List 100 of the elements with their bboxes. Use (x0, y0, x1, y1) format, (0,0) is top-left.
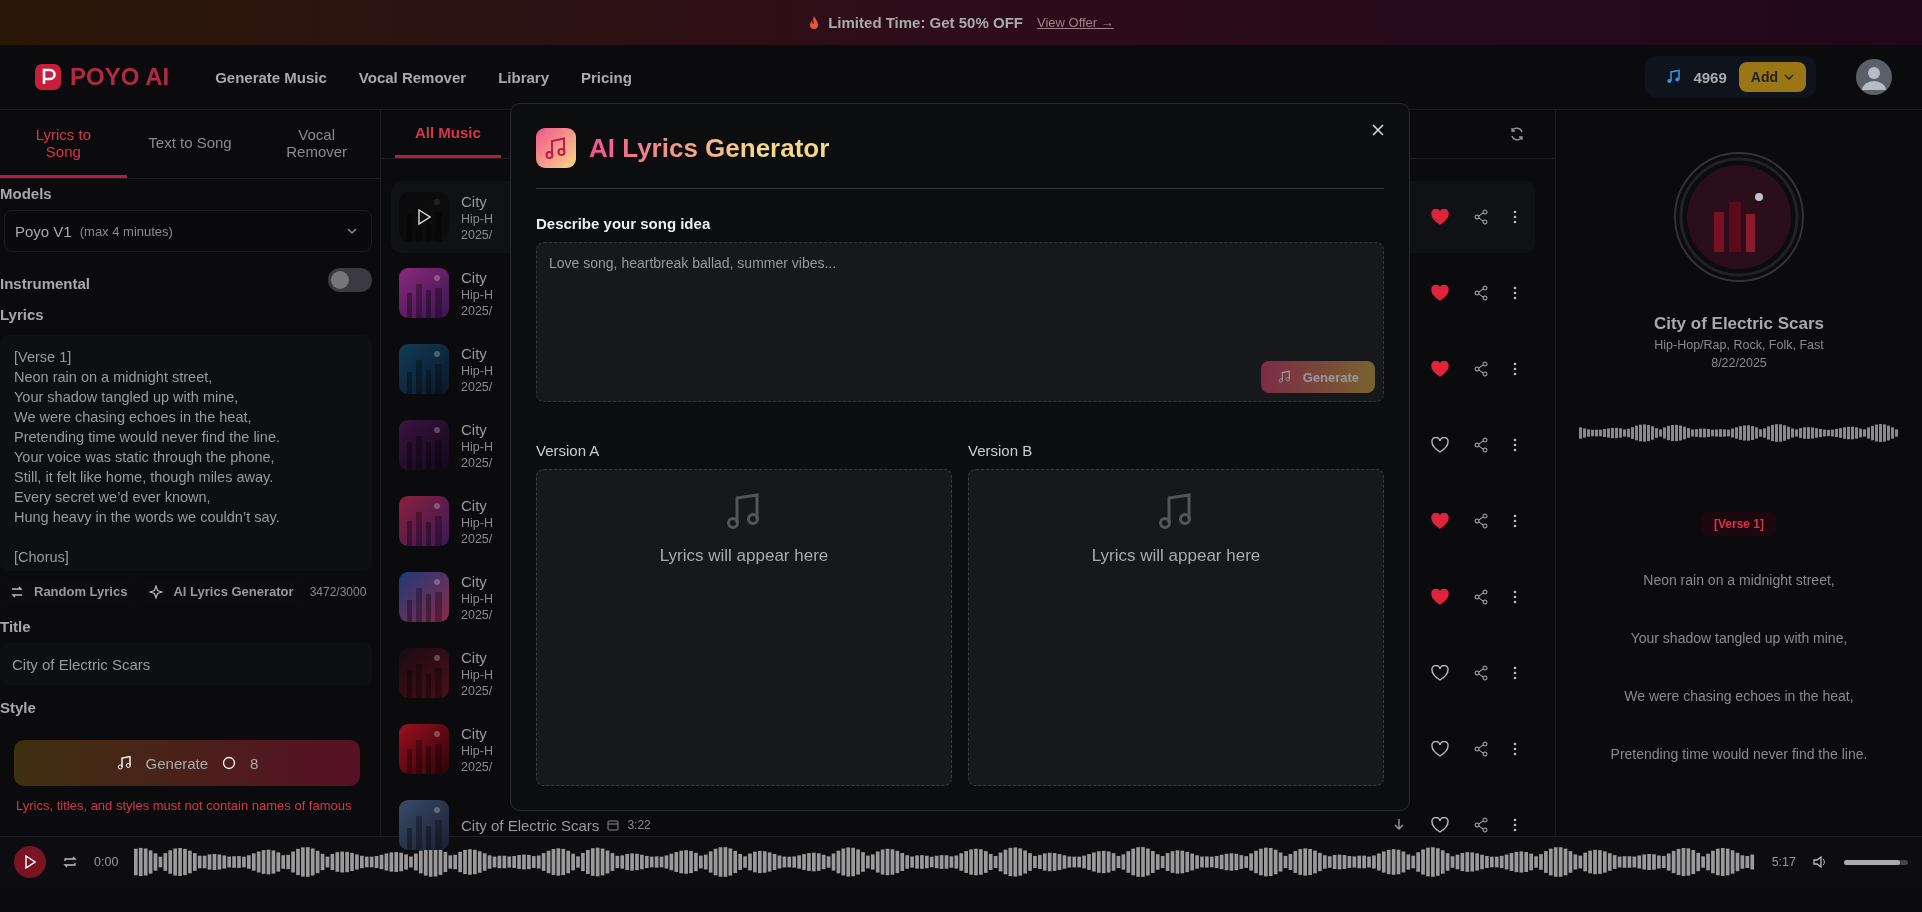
share-icon[interactable] (1473, 665, 1489, 681)
nav-link[interactable]: Pricing (581, 68, 632, 86)
song-genre: Hip-H (461, 515, 493, 530)
placeholder-text: Lyrics will appear here (659, 546, 829, 566)
generate-button[interactable]: Generate 8 (14, 740, 360, 786)
music-note-icon (536, 128, 576, 168)
play-icon[interactable] (417, 209, 431, 225)
field-label: Instrumental (0, 274, 90, 292)
lyric-line: We were chasing echoes in the heat, (1624, 688, 1854, 704)
song-date: 2025/ (461, 227, 493, 242)
share-icon[interactable] (1473, 741, 1489, 757)
close-icon[interactable] (1372, 124, 1384, 136)
song-genre: Hip-H (461, 211, 493, 226)
field-label: Describe your song idea (536, 215, 712, 232)
repeat-icon[interactable] (62, 854, 78, 870)
heart-icon[interactable] (1431, 513, 1449, 529)
shuffle-icon (10, 584, 24, 599)
song-date: 2025/ (461, 379, 493, 394)
library-tab[interactable]: All Music (395, 110, 501, 158)
more-icon[interactable] (1513, 513, 1517, 529)
music-note-icon (1276, 370, 1291, 384)
field-label: Models (0, 185, 53, 202)
version-label: Version B (968, 442, 1034, 459)
section-tag: [Verse 1] (1701, 512, 1776, 536)
lyric-line: Your shadow tangled up with mine, (1630, 630, 1848, 646)
logo-text: POYO AI (70, 63, 170, 91)
share-icon[interactable] (1473, 285, 1489, 301)
now-playing-date: 8/22/2025 (1711, 356, 1767, 370)
play-icon (24, 855, 36, 869)
song-date: 2025/ (461, 607, 493, 622)
heart-icon[interactable] (1431, 361, 1449, 377)
add-credits-button[interactable]: Add (1738, 62, 1806, 92)
song-date: 2025/ (461, 303, 493, 318)
caret-icon (1784, 74, 1794, 80)
instrumental-toggle[interactable] (328, 268, 372, 292)
more-icon[interactable] (1513, 589, 1517, 605)
song-date: 2025/ (461, 759, 493, 774)
character-count: 3472/3000 (309, 584, 367, 599)
mode-tab[interactable]: Vocal Remover (253, 110, 380, 178)
share-icon[interactable] (1473, 361, 1489, 377)
refresh-icon[interactable] (1509, 126, 1525, 142)
more-icon[interactable] (1513, 437, 1517, 453)
song-genre: Hip-H (461, 439, 493, 454)
more-icon[interactable] (1513, 209, 1517, 225)
song-genre: Hip-H (461, 287, 493, 302)
more-icon[interactable] (1513, 285, 1517, 301)
volume-icon[interactable] (1812, 854, 1828, 870)
sparkle-icon (149, 584, 164, 599)
more-icon[interactable] (1513, 741, 1517, 757)
music-note-icon (1665, 69, 1682, 85)
lyric-line: Pretending time would never find the line. (1610, 746, 1868, 762)
mode-tab[interactable]: Lyrics to Song (0, 110, 127, 178)
share-icon[interactable] (1473, 513, 1489, 529)
share-icon[interactable] (1473, 437, 1489, 453)
share-icon[interactable] (1473, 589, 1489, 605)
warning-text: Lyrics, titles, and styles must not contain names of famous (16, 798, 353, 813)
heart-icon[interactable] (1431, 437, 1449, 453)
promo-text: Limited Time: Get 50% OFF (828, 14, 1023, 31)
view-offer-link[interactable]: View Offer → (1036, 15, 1114, 30)
heart-icon[interactable] (1431, 665, 1449, 681)
heart-icon[interactable] (1431, 741, 1449, 757)
coin-icon (222, 756, 237, 770)
song-date: 2025/ (461, 531, 493, 546)
song-date: 2025/ (461, 683, 493, 698)
title-input[interactable]: City of Electric Scars (0, 643, 372, 685)
now-playing-title: City of Electric Scars (1653, 314, 1825, 334)
version-label: Version A (536, 442, 601, 459)
song-title: City of Electric Scars (461, 816, 600, 834)
more-icon[interactable] (1513, 817, 1517, 833)
song-title: City (461, 724, 487, 742)
play-button[interactable] (14, 846, 46, 878)
avatar[interactable] (1856, 59, 1892, 95)
more-icon[interactable] (1513, 665, 1517, 681)
flame-icon (808, 15, 821, 30)
current-time: 0:00 (94, 855, 119, 869)
credit-count: 4969 (1693, 68, 1727, 86)
nav-link[interactable]: Library (498, 68, 549, 86)
mode-tab[interactable]: Text to Song (126, 110, 254, 178)
heart-icon[interactable] (1431, 285, 1449, 301)
lyrics-textarea[interactable]: [Verse 1] Neon rain on a midnight street, Your shadow tangled up with mine, We were chasing echoes in the heat, Pretending time would never find the line. Your voice was static through the phone, Still, it felt like home, though miles away. Every secret we’d ever known, Hung heavy in the words we couldn’t say. [Chorus] (0, 335, 372, 571)
waveform[interactable] (134, 847, 1756, 877)
share-icon[interactable] (1473, 209, 1489, 225)
model-select[interactable]: Poyo V1 (max 4 minutes) (4, 210, 372, 252)
nav-link[interactable]: Vocal Remover (358, 68, 467, 86)
field-label: Title (0, 618, 32, 635)
total-time: 5:17 (1771, 855, 1796, 869)
share-icon[interactable] (1473, 817, 1489, 833)
nav-link[interactable]: Generate Music (215, 68, 327, 86)
song-title: City (461, 572, 487, 590)
heart-icon[interactable] (1431, 817, 1449, 833)
field-label: Style (0, 699, 37, 716)
song-title: City (461, 420, 487, 438)
lyric-line: Neon rain on a midnight street, (1643, 572, 1835, 588)
song-genre: Hip-H (461, 363, 493, 378)
song-genre: Hip-H (461, 591, 493, 606)
song-title: City (461, 192, 487, 210)
song-genre: Hip-H (461, 743, 493, 758)
music-note-icon (115, 755, 132, 771)
more-icon[interactable] (1513, 361, 1517, 377)
heart-icon[interactable] (1431, 589, 1449, 605)
